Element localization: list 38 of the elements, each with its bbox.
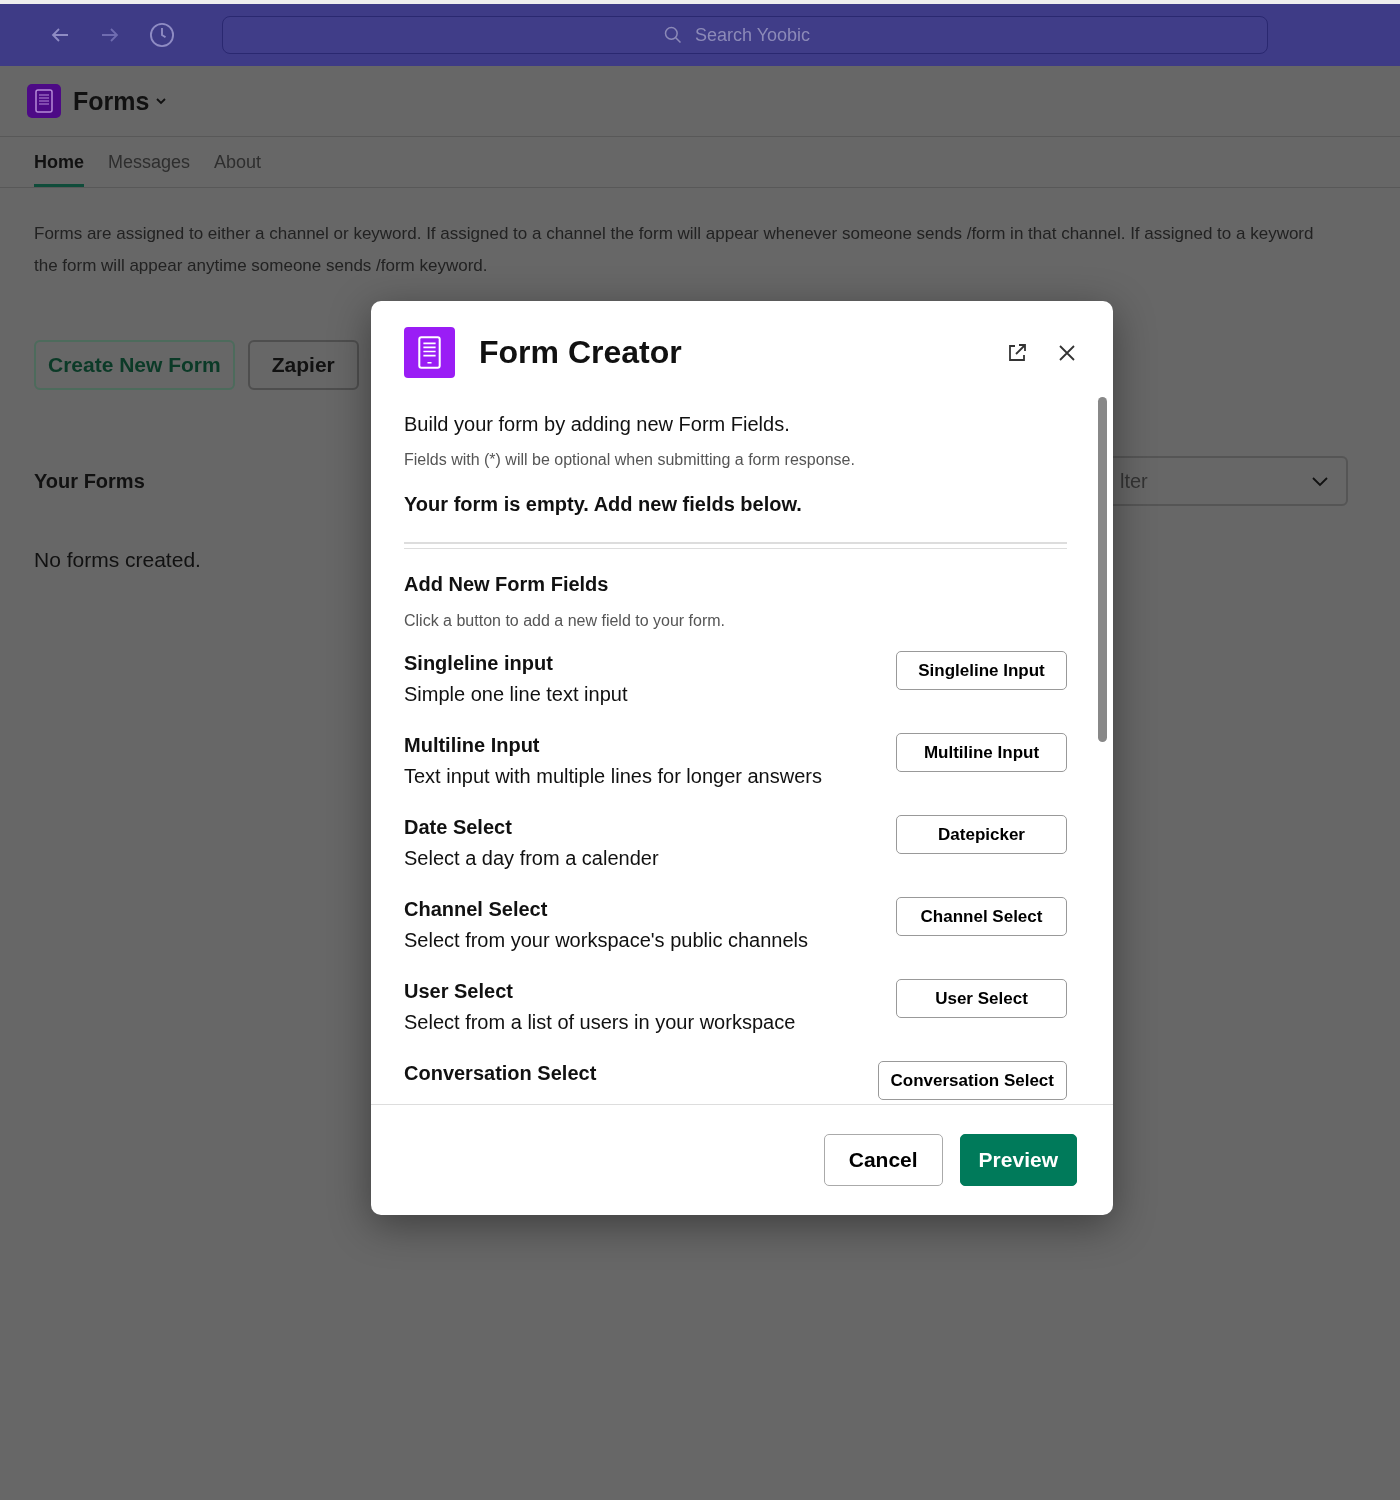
add-field-button[interactable]: Conversation Select	[877, 1061, 1067, 1100]
field-type-description: Simple one line text input	[404, 683, 628, 706]
field-type-title: Channel Select	[404, 898, 549, 921]
search-icon	[663, 25, 683, 45]
add-field-button[interactable]: Datepicker	[896, 815, 1067, 854]
tab[interactable]: Home	[34, 137, 84, 187]
form-app-icon	[27, 84, 61, 118]
chevron-down-icon	[155, 95, 168, 107]
app-title-menu[interactable]: Forms	[73, 86, 168, 116]
preview-button[interactable]: Preview	[959, 1134, 1077, 1186]
history-clock-icon[interactable]	[148, 21, 176, 49]
add-field-button[interactable]: Channel Select	[896, 897, 1067, 936]
form-app-icon	[404, 327, 455, 378]
scrollbar[interactable]	[1098, 397, 1107, 742]
add-field-button[interactable]: User Select	[896, 979, 1067, 1018]
field-type-description: Select a day from a calender	[404, 847, 659, 870]
field-type-title: Multiline Input	[404, 734, 541, 757]
field-type-description: Select from your workspace's public channels	[404, 929, 808, 952]
field-type-title: Date Select	[404, 816, 513, 839]
lead-text: Build your form by adding new Form Fields.	[404, 413, 791, 436]
field-type-title: User Select	[404, 980, 514, 1003]
modal-title: Form Creator	[479, 334, 683, 371]
add-field-button[interactable]: Singleline Input	[896, 651, 1067, 690]
add-field-button[interactable]: Multiline Input	[896, 733, 1067, 772]
section-title: Your Forms	[34, 469, 145, 493]
field-type-description: Select from a list of users in your workspace	[404, 1011, 796, 1034]
section-title: Add New Form Fields	[404, 573, 610, 596]
status-text: Your form is empty. Add new fields below.	[404, 493, 803, 516]
cancel-button[interactable]: Cancel	[823, 1134, 943, 1186]
hint-text: Fields with (*) will be optional when submitting a form response.	[404, 451, 856, 469]
zapier-button[interactable]: Zapier	[247, 340, 359, 390]
intro-text: Forms are assigned to either a channel or keyword. If assigned to a channel the form will appear whenever someone sends /form in that channel. If assigned to a keyword the form will appear anytime someone sends /form keyword.	[34, 223, 1315, 277]
field-type-title: Singleline input	[404, 652, 554, 675]
empty-message: No forms created.	[34, 548, 202, 572]
search-field[interactable]: Search Yoobic	[222, 16, 1268, 54]
hint-text: Click a button to add a new field to your form.	[404, 612, 727, 630]
field-type-description: Text input with multiple lines for longer answers	[404, 765, 822, 788]
field-type-title: Conversation Select	[404, 1062, 597, 1085]
